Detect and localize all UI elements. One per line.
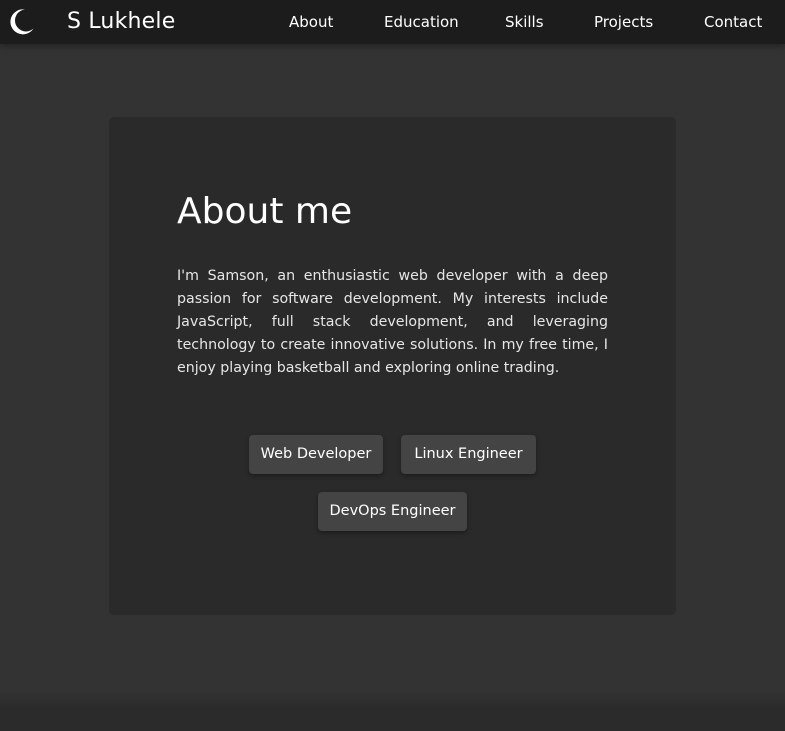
crescent-moon-icon[interactable] [6,7,36,37]
nav-link-education[interactable]: Education [384,12,459,32]
role-tag-linux-engineer[interactable]: Linux Engineer [401,435,536,474]
nav-link-about[interactable]: About [289,12,333,32]
nav-link-projects[interactable]: Projects [594,12,653,32]
section-divider [0,690,785,706]
role-tag-web-developer[interactable]: Web Developer [249,435,383,474]
nav-link-skills[interactable]: Skills [505,12,544,32]
next-section [0,706,785,731]
brand-name[interactable]: S Lukhele [67,8,175,36]
nav-link-contact[interactable]: Contact [704,12,762,32]
about-bio: I'm Samson, an enthusiastic web develope… [177,268,608,376]
role-tag-devops-engineer[interactable]: DevOps Engineer [318,492,467,531]
navbar: S Lukhele About Education Skills Project… [0,0,785,44]
about-card: About me I'm Samson, an enthusiastic web… [109,117,676,615]
about-heading: About me [177,191,353,232]
